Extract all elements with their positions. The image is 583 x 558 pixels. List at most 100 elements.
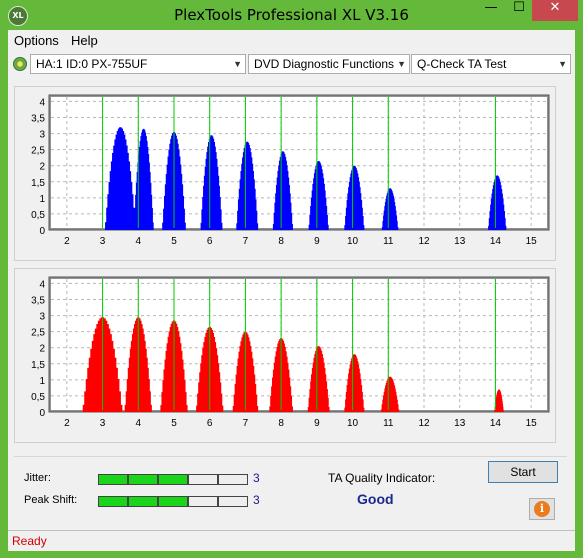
status-bar: Ready <box>8 530 575 551</box>
x-tick-label: 12 <box>418 236 430 247</box>
meter-segment <box>188 474 218 485</box>
y-tick-label: 4 <box>39 279 45 290</box>
top-chart-panel: 0 0,5 1 1,5 2 2,5 3 3,5 4 2 3 4 5 6 7 8 9 10 11 12 13 14 15 <box>14 86 556 261</box>
menu-help[interactable]: Help <box>71 33 98 48</box>
chevron-down-icon: ▼ <box>558 59 567 69</box>
drive-select[interactable]: HA:1 ID:0 PX-755UF ▼ <box>30 54 246 74</box>
x-tick-label: 8 <box>278 418 284 429</box>
meter-segment <box>98 474 128 485</box>
x-tick-label: 5 <box>171 418 177 429</box>
peak-bar <box>328 407 330 412</box>
ta-quality-label: TA Quality Indicator: <box>328 471 436 485</box>
meter-segment <box>158 474 188 485</box>
test-select[interactable]: Q-Check TA Test ▼ <box>411 54 571 74</box>
peak-bar <box>256 223 259 230</box>
chevron-down-icon: ▼ <box>397 59 406 69</box>
peak-bar <box>221 405 224 412</box>
title-bar[interactable]: XL PlexTools Professional XL V3.16 — ☐ ✕ <box>0 0 583 30</box>
x-tick-label: 4 <box>136 418 142 429</box>
peak-bar <box>150 404 152 412</box>
app-window: XL PlexTools Professional XL V3.16 — ☐ ✕… <box>0 0 583 558</box>
x-tick-label: 3 <box>100 418 106 429</box>
peak-bar <box>186 405 188 412</box>
x-tick-label: 10 <box>347 236 359 247</box>
y-tick-label: 3,5 <box>31 296 45 307</box>
x-tick-label: 10 <box>347 418 359 429</box>
bottom-chart: 0 0,5 1 1,5 2 2,5 3 3,5 4 2 3 4 5 6 7 8 9 10 11 12 13 14 15 <box>31 276 550 429</box>
x-tick-label: 15 <box>526 418 538 429</box>
peak-bar <box>221 222 223 230</box>
x-tick-label: 9 <box>314 418 320 429</box>
y-tick-label: 2 <box>39 162 45 173</box>
peak-bar <box>256 405 259 412</box>
chevron-down-icon: ▼ <box>233 59 242 69</box>
y-tick-label: 4 <box>39 97 45 108</box>
meter-segment <box>128 496 158 507</box>
x-tick-label: 7 <box>243 236 249 247</box>
status-text: Ready <box>12 534 47 548</box>
peak-shift-label: Peak Shift: <box>24 494 78 506</box>
x-tick-label: 2 <box>64 418 70 429</box>
x-tick-label: 9 <box>314 236 320 247</box>
x-tick-label: 7 <box>243 418 249 429</box>
peak-bar <box>184 222 186 230</box>
function-select[interactable]: DVD Diagnostic Functions ▼ <box>248 54 410 74</box>
jitter-value: 3 <box>253 471 260 485</box>
maximize-button[interactable]: ☐ <box>505 0 533 21</box>
x-tick-label: 14 <box>490 418 502 429</box>
minimize-button[interactable]: — <box>477 0 505 21</box>
peak-bar <box>397 226 399 230</box>
meter-segment <box>158 496 188 507</box>
drive-select-value: HA:1 ID:0 PX-755UF <box>36 57 148 71</box>
peak-shift-value: 3 <box>253 493 260 507</box>
peak-bar <box>505 225 507 230</box>
meter-segment <box>188 496 218 507</box>
peak-bar <box>502 410 504 412</box>
meter-segment <box>128 474 158 485</box>
y-tick-label: 0 <box>39 226 45 237</box>
peak-bar <box>327 224 329 230</box>
peak-bar <box>398 409 400 412</box>
x-tick-label: 5 <box>171 236 177 247</box>
y-tick-label: 2,5 <box>31 328 45 339</box>
peak-bar <box>291 406 293 412</box>
client-area: Options Help HA:1 ID:0 PX-755UF ▼ DVD Di… <box>8 30 575 551</box>
x-tick-label: 4 <box>136 236 142 247</box>
y-tick-label: 1,5 <box>31 360 45 371</box>
info-icon: i <box>534 501 550 517</box>
x-tick-label: 2 <box>64 236 70 247</box>
top-chart: 0 0,5 1 1,5 2 2,5 3 3,5 4 2 3 4 5 6 7 8 9 10 11 12 13 14 15 <box>31 94 550 247</box>
x-tick-label: 11 <box>383 236 394 247</box>
x-tick-label: 12 <box>418 418 430 429</box>
y-tick-label: 0,5 <box>31 392 45 403</box>
y-tick-label: 0 <box>39 408 45 419</box>
x-tick-label: 15 <box>526 236 538 247</box>
y-tick-label: 2,5 <box>31 146 45 157</box>
menu-options[interactable]: Options <box>14 33 59 48</box>
meter-segment <box>218 474 248 485</box>
y-tick-label: 1,5 <box>31 178 45 189</box>
y-tick-label: 1 <box>39 376 45 387</box>
x-tick-label: 13 <box>454 418 466 429</box>
peak-bar <box>152 222 154 230</box>
test-select-value: Q-Check TA Test <box>417 57 507 71</box>
x-tick-label: 14 <box>490 236 502 247</box>
plot-inner <box>51 279 547 410</box>
x-tick-label: 11 <box>383 418 394 429</box>
close-button[interactable]: ✕ <box>532 0 578 21</box>
drive-disc-icon <box>13 57 27 71</box>
y-tick-label: 2 <box>39 344 45 355</box>
info-button[interactable]: i <box>529 498 555 520</box>
jitter-label: Jitter: <box>24 472 51 484</box>
function-select-value: DVD Diagnostic Functions <box>254 57 395 71</box>
x-tick-label: 8 <box>278 236 284 247</box>
x-tick-label: 6 <box>207 418 213 429</box>
start-button[interactable]: Start <box>488 461 558 483</box>
peak-bar <box>120 404 123 412</box>
y-tick-label: 3,5 <box>31 114 45 125</box>
ta-quality-value: Good <box>357 491 394 507</box>
y-tick-label: 3 <box>39 130 45 141</box>
peak-bar <box>363 225 365 230</box>
peak-bar <box>291 224 293 230</box>
meter-segment <box>218 496 248 507</box>
